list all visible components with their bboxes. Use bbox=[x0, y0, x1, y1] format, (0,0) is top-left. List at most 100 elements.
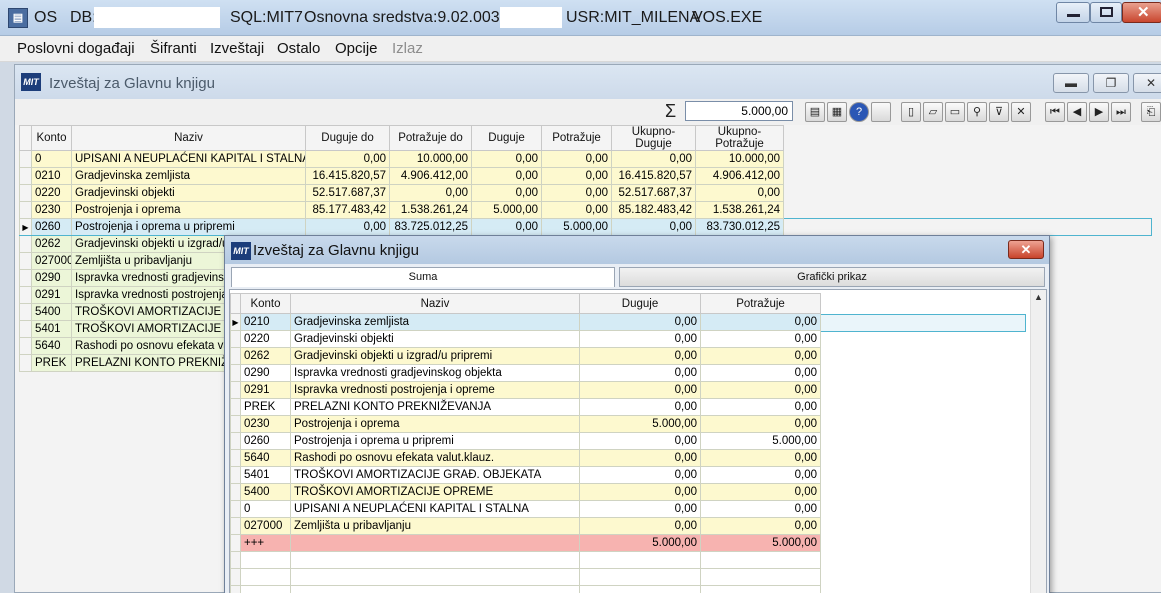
cell-up[interactable]: 4.906.412,00 bbox=[695, 167, 784, 185]
row-indicator[interactable] bbox=[19, 150, 32, 168]
table-row[interactable]: 0210 Gradjevinska zemljista 16.415.820,57 4… bbox=[19, 167, 1152, 185]
cell-dd[interactable]: 16.415.820,57 bbox=[305, 167, 390, 185]
row-indicator[interactable] bbox=[19, 235, 32, 253]
table-row[interactable]: 5640 Rashodi po osnovu efekata valut.klau… bbox=[230, 449, 821, 467]
app-icon[interactable]: ▤ bbox=[8, 8, 28, 28]
cell-p[interactable]: 0,00 bbox=[700, 313, 821, 331]
cell-konto[interactable]: 0291 bbox=[240, 381, 291, 399]
sum-field[interactable]: 5.000,00 bbox=[685, 101, 793, 121]
cell-d[interactable]: 0,00 bbox=[579, 449, 701, 467]
table-row[interactable]: 0220 Gradjevinski objekti 52.517.687,37 0,0… bbox=[19, 184, 1152, 202]
cell-naziv[interactable]: UPISANI A NEUPLAĆENI KAPITAL I STALNA bbox=[71, 150, 306, 168]
cell-konto[interactable]: 5401 bbox=[240, 466, 291, 484]
row-indicator[interactable] bbox=[230, 449, 241, 467]
cell-konto[interactable]: 027000 bbox=[31, 252, 72, 270]
tab-graficki-prikaz[interactable]: Grafički prikaz bbox=[619, 267, 1045, 287]
cell-d[interactable]: 0,00 bbox=[471, 150, 542, 168]
child-restore-button[interactable]: ❐ bbox=[1093, 73, 1129, 93]
cell-d[interactable]: 0,00 bbox=[579, 381, 701, 399]
col-potrazuje-do[interactable]: Potražuje do bbox=[389, 125, 472, 151]
table-row[interactable]: 0291 Ispravka vrednosti postrojenja i opr… bbox=[230, 381, 821, 399]
cell-d[interactable]: 0,00 bbox=[471, 184, 542, 202]
col-naziv[interactable]: Naziv bbox=[71, 125, 306, 151]
close-button[interactable]: ✕ bbox=[1122, 2, 1161, 23]
cell-p[interactable]: 0,00 bbox=[700, 398, 821, 416]
cell-d[interactable]: 0,00 bbox=[579, 398, 701, 416]
tab-suma[interactable]: Suma bbox=[231, 267, 615, 287]
table-row[interactable]: 0230 Postrojenja i oprema 5.000,00 0,00 bbox=[230, 415, 821, 433]
cell-naziv[interactable]: Ispravka vrednosti gradjevinskog objekta bbox=[290, 364, 580, 382]
cell-d[interactable]: 0,00 bbox=[579, 364, 701, 382]
cell-d[interactable]: 5.000,00 bbox=[579, 534, 701, 552]
maximize-button[interactable] bbox=[1090, 2, 1122, 23]
cell-pd[interactable]: 4.906.412,00 bbox=[389, 167, 472, 185]
cell-konto[interactable]: +++ bbox=[240, 534, 291, 552]
row-indicator[interactable] bbox=[19, 269, 32, 287]
minimize-button[interactable] bbox=[1056, 2, 1090, 23]
cell-konto[interactable]: 0210 bbox=[31, 167, 72, 185]
cell-naziv[interactable]: Gradjevinski objekti u izgrad/u pripremi bbox=[290, 347, 580, 365]
cell-up[interactable]: 83.730.012,25 bbox=[695, 218, 784, 236]
cell-naziv[interactable]: TROŠKOVI AMORTIZACIJE OPREME bbox=[290, 483, 580, 501]
cell-konto[interactable]: 0260 bbox=[31, 218, 72, 236]
cell-konto[interactable]: 5640 bbox=[240, 449, 291, 467]
col-potrazuje[interactable]: Potražuje bbox=[700, 293, 821, 314]
report-icon[interactable]: ▤ bbox=[805, 102, 825, 122]
table-row[interactable]: 0 UPISANI A NEUPLAĆENI KAPITAL I STALNA 0,… bbox=[230, 500, 821, 518]
cell-konto[interactable]: PREK bbox=[240, 398, 291, 416]
row-indicator[interactable] bbox=[19, 252, 32, 270]
cell-dd[interactable]: 0,00 bbox=[305, 150, 390, 168]
cell-naziv[interactable]: Gradjevinska zemljista bbox=[290, 313, 580, 331]
cell-p[interactable]: 0,00 bbox=[700, 483, 821, 501]
cell-pd[interactable]: 1.538.261,24 bbox=[389, 201, 472, 219]
cell-p[interactable]: 5.000,00 bbox=[541, 218, 612, 236]
dialog-close-button[interactable]: ✕ bbox=[1008, 240, 1044, 259]
table-row[interactable]: 0260 Postrojenja i oprema u pripremi 0,00 5… bbox=[230, 432, 821, 450]
cell-naziv[interactable]: Rashodi po osnovu efekata valut.klauz. bbox=[290, 449, 580, 467]
cell-p[interactable]: 0,00 bbox=[700, 415, 821, 433]
table-row[interactable]: PREK PRELAZNI KONTO PREKNIŽEVANJA 0,00 0,00 bbox=[230, 398, 821, 416]
cell-d[interactable]: 0,00 bbox=[579, 517, 701, 535]
col-duguje-do[interactable]: Duguje do bbox=[305, 125, 390, 151]
cell-d[interactable]: 0,00 bbox=[471, 218, 542, 236]
table-row[interactable]: ▶ 0260 Postrojenja i oprema u pripremi 0,00… bbox=[19, 218, 1152, 236]
cell-naziv[interactable]: PRELAZNI KONTO PREKNIŽEVANJA bbox=[290, 398, 580, 416]
cell-dd[interactable]: 52.517.687,37 bbox=[305, 184, 390, 202]
cell-naziv[interactable]: Postrojenja i oprema bbox=[71, 201, 306, 219]
col-ukupno-duguje[interactable]: Ukupno-Duguje bbox=[611, 125, 696, 151]
last-record-icon[interactable]: ⏭ bbox=[1111, 102, 1131, 122]
table-row[interactable]: 0262 Gradjevinski objekti u izgrad/u prip… bbox=[230, 347, 821, 365]
cell-p[interactable]: 0,00 bbox=[700, 449, 821, 467]
cell-konto[interactable]: 0262 bbox=[240, 347, 291, 365]
cell-d[interactable]: 0,00 bbox=[579, 313, 701, 331]
row-indicator[interactable] bbox=[230, 500, 241, 518]
cell-d[interactable]: 0,00 bbox=[579, 347, 701, 365]
first-record-icon[interactable]: ⏮ bbox=[1045, 102, 1065, 122]
table-row[interactable]: 0230 Postrojenja i oprema 85.177.483,42 1.5… bbox=[19, 201, 1152, 219]
cell-pd[interactable]: 0,00 bbox=[389, 184, 472, 202]
row-indicator[interactable] bbox=[230, 466, 241, 484]
cell-konto[interactable]: 0 bbox=[31, 150, 72, 168]
col-duguje[interactable]: Duguje bbox=[579, 293, 701, 314]
cell-dd[interactable]: 0,00 bbox=[305, 218, 390, 236]
cell-konto[interactable]: 0230 bbox=[31, 201, 72, 219]
cell-konto[interactable]: 0 bbox=[240, 500, 291, 518]
total-row[interactable]: +++ 5.000,00 5.000,00 bbox=[230, 534, 821, 552]
cell-konto[interactable]: PREK bbox=[31, 354, 72, 372]
table-row[interactable]: 5401 TROŠKOVI AMORTIZACIJE GRAĐ. OBJEKATA… bbox=[230, 466, 821, 484]
cell-naziv[interactable]: TROŠKOVI AMORTIZACIJE GRAĐ. OBJEKATA bbox=[290, 466, 580, 484]
row-indicator[interactable] bbox=[230, 415, 241, 433]
cell-konto[interactable]: 0260 bbox=[240, 432, 291, 450]
cell-konto[interactable]: 5401 bbox=[31, 320, 72, 338]
row-indicator[interactable] bbox=[19, 167, 32, 185]
scroll-up-icon[interactable]: ▲ bbox=[1034, 292, 1043, 302]
cell-pd[interactable]: 83.725.012,25 bbox=[389, 218, 472, 236]
cell-p[interactable]: 0,00 bbox=[700, 466, 821, 484]
col-ukupno-potrazuje[interactable]: Ukupno-Potražuje bbox=[695, 125, 784, 151]
cell-pd[interactable]: 10.000,00 bbox=[389, 150, 472, 168]
previous-record-icon[interactable]: ◀ bbox=[1067, 102, 1087, 122]
exit-icon[interactable]: ⎗ bbox=[1141, 102, 1161, 122]
open-icon[interactable]: ▱ bbox=[923, 102, 943, 122]
cell-up[interactable]: 0,00 bbox=[695, 184, 784, 202]
cell-d[interactable]: 0,00 bbox=[579, 330, 701, 348]
